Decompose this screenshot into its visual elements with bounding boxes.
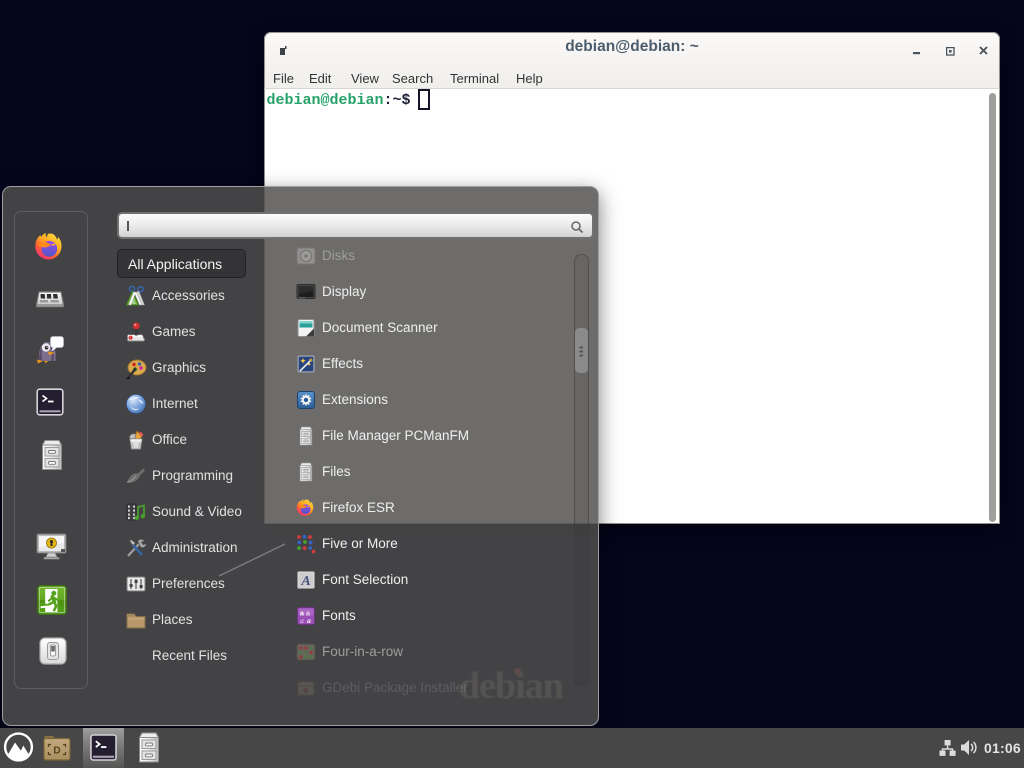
- svg-text:a: a: [307, 616, 311, 625]
- svg-text:a: a: [300, 617, 304, 625]
- svg-text:A: A: [300, 574, 310, 589]
- svg-text:D: D: [53, 746, 60, 757]
